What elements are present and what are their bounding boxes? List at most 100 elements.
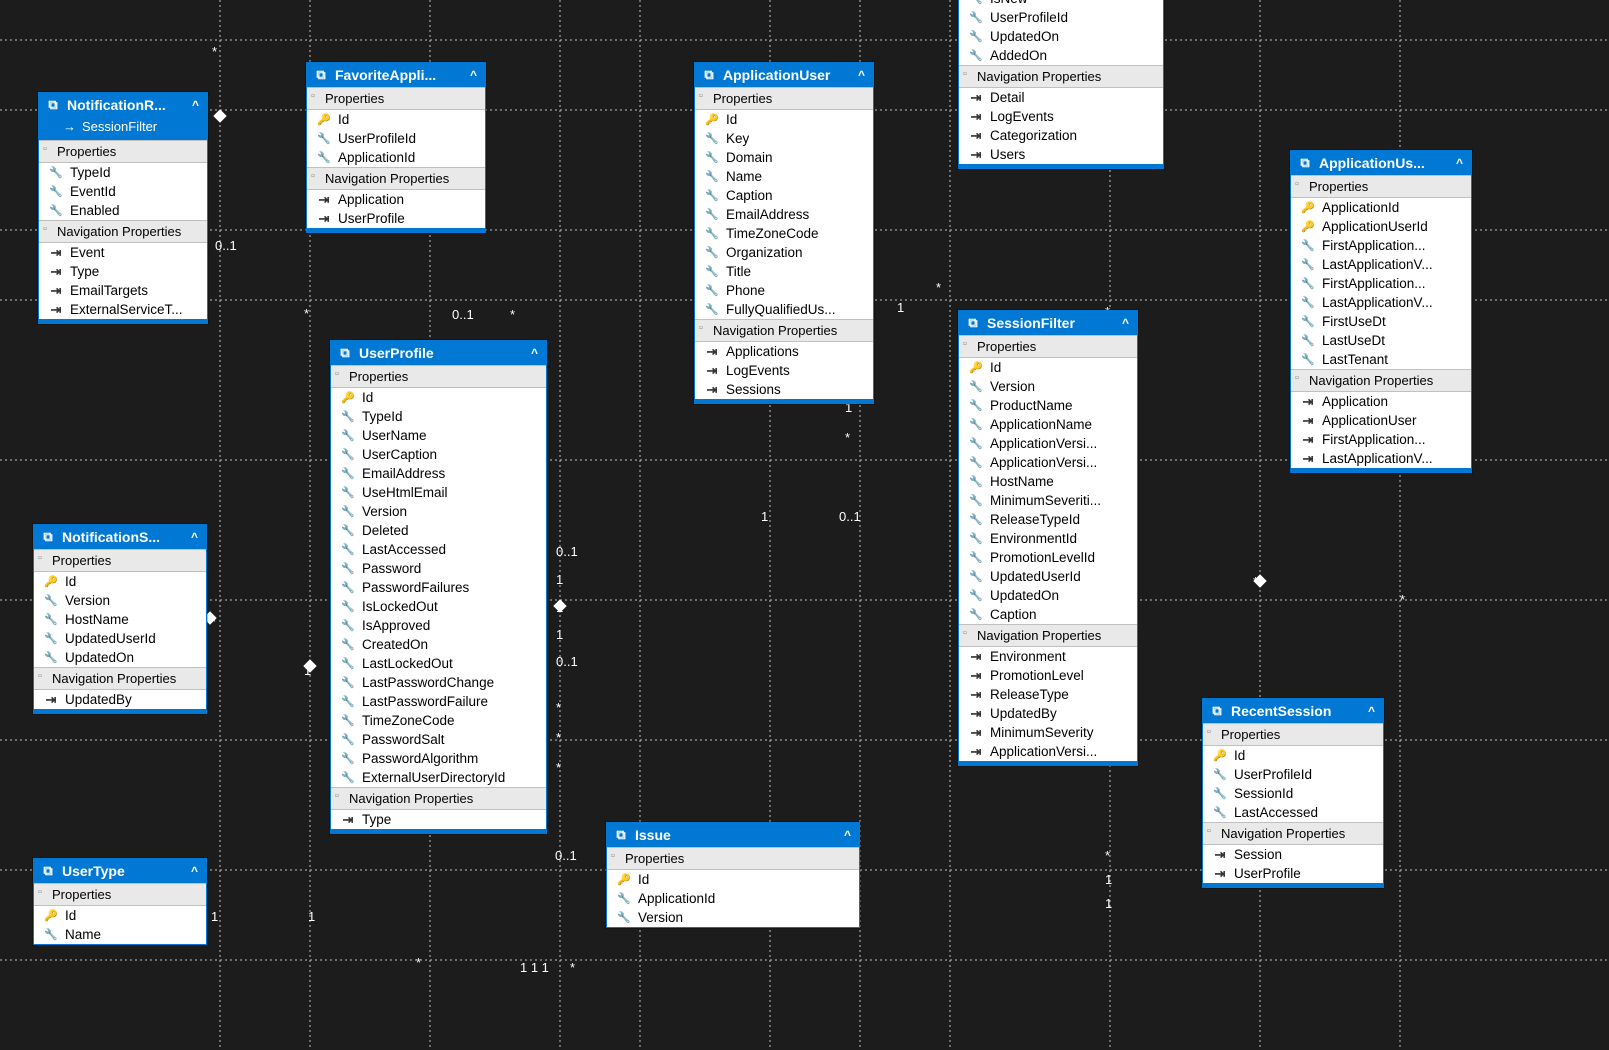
section-properties[interactable]: Properties bbox=[331, 365, 546, 388]
section-nav[interactable]: Navigation Properties bbox=[307, 167, 485, 190]
entity-header[interactable]: UserProfile ^ bbox=[331, 341, 546, 365]
entity-title: NotificationR... bbox=[67, 97, 186, 113]
cardinality-label: 1 bbox=[211, 909, 218, 924]
nav-icon bbox=[969, 726, 983, 740]
section-nav[interactable]: Navigation Properties bbox=[695, 319, 873, 342]
section-nav[interactable]: Navigation Properties bbox=[39, 220, 207, 243]
entity-notifications[interactable]: NotificationS... ^ Properties Id Version… bbox=[33, 524, 207, 714]
property-icon bbox=[969, 494, 983, 508]
property-icon bbox=[705, 284, 719, 298]
entity-notificationr[interactable]: NotificationR... ^ SessionFilter Propert… bbox=[38, 92, 208, 324]
section-properties[interactable]: Properties bbox=[695, 87, 873, 110]
section-nav[interactable]: Navigation Properties bbox=[959, 65, 1163, 88]
entity-header[interactable]: SessionFilter ^ bbox=[959, 311, 1137, 335]
property-icon bbox=[705, 303, 719, 317]
entity-applicationuser[interactable]: ApplicationUser ^ Properties Id Key Doma… bbox=[694, 62, 874, 404]
prop-row: TimeZoneCode bbox=[695, 224, 873, 243]
entity-sessionfilter[interactable]: SessionFilter ^ Properties Id Version Pr… bbox=[958, 310, 1138, 766]
section-nav[interactable]: Navigation Properties bbox=[34, 667, 206, 690]
property-icon bbox=[341, 429, 355, 443]
property-icon bbox=[341, 410, 355, 424]
chevron-up-icon[interactable]: ^ bbox=[1368, 704, 1375, 718]
prop-row: AddedOn bbox=[959, 46, 1163, 65]
entity-header[interactable]: ApplicationUs... ^ bbox=[1291, 151, 1471, 175]
section-nav[interactable]: Navigation Properties bbox=[959, 624, 1137, 647]
property-icon bbox=[341, 733, 355, 747]
nav-row: Applications bbox=[695, 342, 873, 361]
key-row: Id bbox=[959, 358, 1137, 377]
section-nav[interactable]: Navigation Properties bbox=[331, 787, 546, 810]
chevron-up-icon[interactable]: ^ bbox=[844, 828, 851, 842]
prop-row: LastTenant bbox=[1291, 350, 1471, 369]
nav-row: Categorization bbox=[959, 126, 1163, 145]
key-row: Id bbox=[331, 388, 546, 407]
nav-row: ApplicationVersi... bbox=[959, 742, 1137, 761]
property-icon bbox=[341, 581, 355, 595]
key-row: ApplicationId bbox=[1291, 198, 1471, 217]
cardinality-label: 0..1 bbox=[215, 238, 237, 253]
section-properties[interactable]: Properties bbox=[39, 140, 207, 163]
entity-icon bbox=[313, 67, 329, 83]
section-properties[interactable]: Properties bbox=[1203, 723, 1383, 746]
entity-issue[interactable]: Issue ^ Properties Id ApplicationId Vers… bbox=[606, 822, 860, 928]
section-properties[interactable]: Properties bbox=[959, 335, 1137, 358]
chevron-up-icon[interactable]: ^ bbox=[531, 346, 538, 360]
entity-usertype[interactable]: UserType ^ Properties Id Name bbox=[33, 858, 207, 945]
entity-title: FavoriteAppli... bbox=[335, 67, 464, 83]
section-properties[interactable]: Properties bbox=[307, 87, 485, 110]
entity-header[interactable]: NotificationS... ^ bbox=[34, 525, 206, 549]
nav-icon bbox=[969, 669, 983, 683]
section-properties[interactable]: Properties bbox=[34, 883, 206, 906]
chevron-up-icon[interactable]: ^ bbox=[858, 68, 865, 82]
cardinality-label: * bbox=[416, 955, 421, 970]
prop-row: ProductName bbox=[959, 396, 1137, 415]
property-icon bbox=[969, 437, 983, 451]
chevron-up-icon[interactable]: ^ bbox=[191, 864, 198, 878]
section-properties[interactable]: Properties bbox=[1291, 175, 1471, 198]
prop-row: FullyQualifiedUs... bbox=[695, 300, 873, 319]
prop-row: ApplicationName bbox=[959, 415, 1137, 434]
section-nav[interactable]: Navigation Properties bbox=[1203, 822, 1383, 845]
entity-favoriteapplication[interactable]: FavoriteAppli... ^ Properties Id UserPro… bbox=[306, 62, 486, 233]
cardinality-label: 0..1 bbox=[555, 848, 577, 863]
key-row: Id bbox=[307, 110, 485, 129]
entity-header[interactable]: FavoriteAppli... ^ bbox=[307, 63, 485, 87]
chevron-up-icon[interactable]: ^ bbox=[192, 98, 199, 112]
section-nav[interactable]: Navigation Properties bbox=[1291, 369, 1471, 392]
prop-row: LastLockedOut bbox=[331, 654, 546, 673]
property-icon bbox=[49, 204, 63, 218]
chevron-up-icon[interactable]: ^ bbox=[470, 68, 477, 82]
entity-icon bbox=[337, 345, 353, 361]
chevron-up-icon[interactable]: ^ bbox=[191, 530, 198, 544]
entity-recentsession[interactable]: RecentSession ^ Properties Id UserProfil… bbox=[1202, 698, 1384, 888]
prop-row: HostName bbox=[959, 472, 1137, 491]
prop-row: Name bbox=[34, 925, 206, 944]
key-icon bbox=[341, 391, 355, 405]
chevron-up-icon[interactable]: ^ bbox=[1122, 316, 1129, 330]
entity-header[interactable]: Issue ^ bbox=[607, 823, 859, 847]
entity-userprofile[interactable]: UserProfile ^ Properties Id TypeId UserN… bbox=[330, 340, 547, 834]
property-icon bbox=[44, 632, 58, 646]
property-icon bbox=[317, 132, 331, 146]
prop-row: HostName bbox=[34, 610, 206, 629]
property-icon bbox=[705, 151, 719, 165]
prop-row: FirstApplication... bbox=[1291, 236, 1471, 255]
entity-partial-top[interactable]: IsNew UserProfileId UpdatedOn AddedOn Na… bbox=[958, 0, 1164, 169]
entity-header[interactable]: NotificationR... ^ bbox=[39, 93, 207, 117]
cardinality-label: 0..1 bbox=[839, 509, 861, 524]
nav-icon bbox=[705, 345, 719, 359]
entity-header[interactable]: RecentSession ^ bbox=[1203, 699, 1383, 723]
cardinality-label: 1 bbox=[761, 509, 768, 524]
property-icon bbox=[1301, 334, 1315, 348]
nav-row: EmailTargets bbox=[39, 281, 207, 300]
key-icon bbox=[317, 113, 331, 127]
entity-applicationus[interactable]: ApplicationUs... ^ Properties Applicatio… bbox=[1290, 150, 1472, 473]
entity-header[interactable]: UserType ^ bbox=[34, 859, 206, 883]
chevron-up-icon[interactable]: ^ bbox=[1456, 156, 1463, 170]
cardinality-label: * bbox=[570, 960, 575, 975]
cardinality-label: 1 bbox=[556, 627, 563, 642]
section-properties[interactable]: Properties bbox=[607, 847, 859, 870]
entity-header[interactable]: ApplicationUser ^ bbox=[695, 63, 873, 87]
prop-row: Organization bbox=[695, 243, 873, 262]
section-properties[interactable]: Properties bbox=[34, 549, 206, 572]
